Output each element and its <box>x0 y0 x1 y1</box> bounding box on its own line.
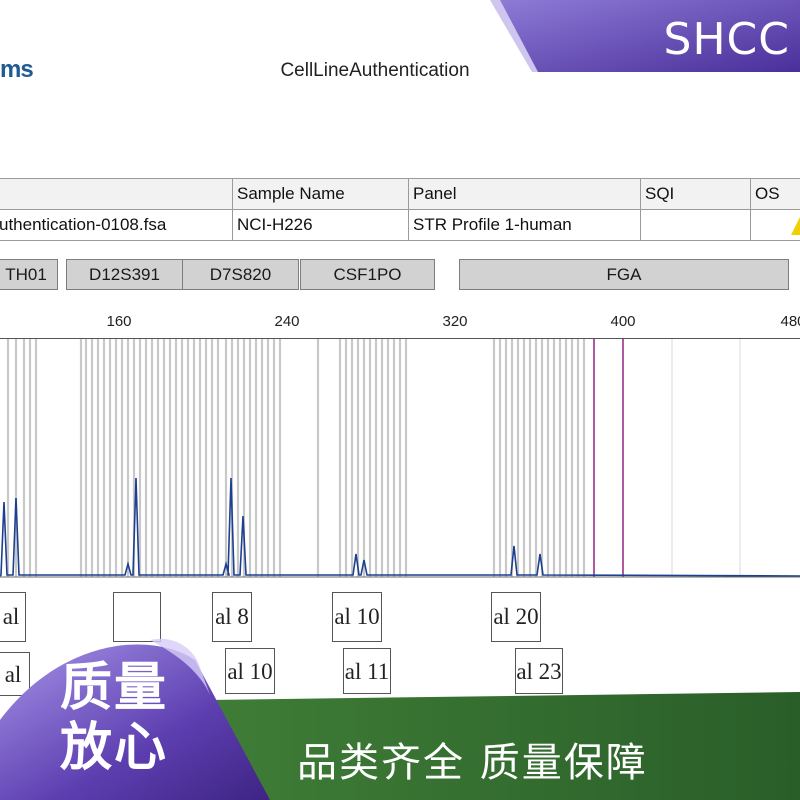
table-row[interactable]: uthentication-0108.fsa NCI-H226 STR Prof… <box>0 209 800 241</box>
scale-tick-label: 160 <box>106 313 132 330</box>
marker-fga[interactable]: FGA <box>459 259 789 290</box>
sample-name-cell: NCI-H226 <box>232 209 409 241</box>
table-header-row: Sample Name Panel SQI OS <box>0 178 800 210</box>
scale-tick-label: 320 <box>442 313 468 330</box>
promo-slogan-text: 品类齐全 质量保障 <box>297 740 648 786</box>
major-grid-lines <box>671 339 741 577</box>
warning-triangle-icon <box>791 216 800 235</box>
marker-th01[interactable]: TH01 <box>0 259 58 290</box>
os-cell <box>750 209 800 241</box>
column-header-panel: Panel <box>408 178 641 210</box>
column-header-sample-name: Sample Name <box>232 178 409 210</box>
shcc-banner: SHCC <box>490 0 800 72</box>
file-name-cell: uthentication-0108.fsa <box>0 209 233 241</box>
marker-csf1po[interactable]: CSF1PO <box>300 259 435 290</box>
panel-cell: STR Profile 1-human <box>408 209 641 241</box>
column-header-file <box>0 178 233 210</box>
sample-info-table: Sample Name Panel SQI OS uthentication-0… <box>0 178 800 241</box>
sqi-cell <box>640 209 751 241</box>
company-logo-fragment: ms <box>0 56 34 83</box>
report-title: CellLineAuthentication <box>280 60 470 81</box>
marker-d12s391[interactable]: D12S391 <box>66 259 183 290</box>
column-header-os: OS <box>750 178 800 210</box>
scale-tick-label: 400 <box>610 313 636 330</box>
electropherogram-plot[interactable] <box>0 339 800 584</box>
scale-tick-label: 240 <box>274 313 300 330</box>
allele-bin-lines <box>6 339 586 577</box>
banner-text: SHCC <box>663 14 790 65</box>
promo-quality-text: 质量放心 <box>60 658 169 778</box>
marker-d7s820[interactable]: D7S820 <box>182 259 299 290</box>
column-header-sqi: SQI <box>640 178 751 210</box>
scale-tick-label: 480 <box>780 313 800 330</box>
